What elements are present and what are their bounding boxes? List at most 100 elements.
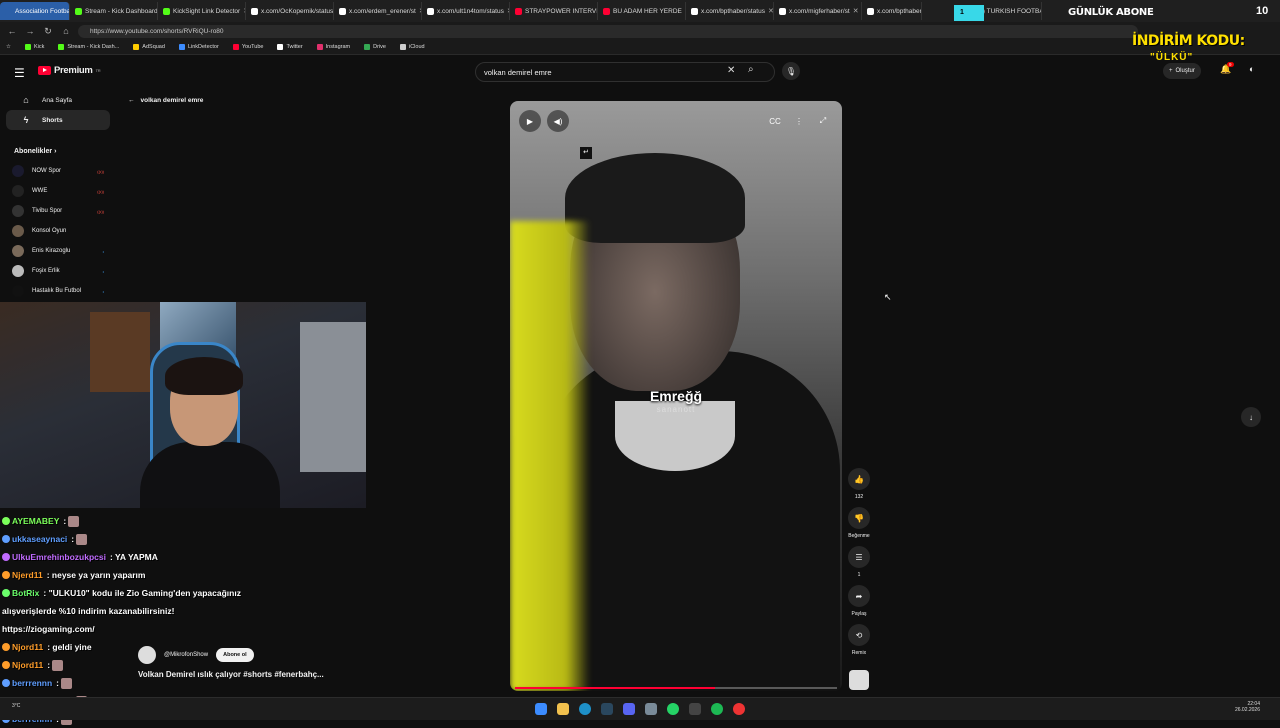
forward-icon[interactable]: → xyxy=(24,26,36,36)
search-icon[interactable]: ⌕ xyxy=(748,64,754,75)
account-icon[interactable]: ◐ xyxy=(1249,64,1254,74)
url-field[interactable]: https://www.youtube.com/shorts/RVRiQU-ro… xyxy=(78,24,1138,38)
bookmark-item[interactable]: AdSquad xyxy=(133,44,165,50)
windows-start-icon[interactable] xyxy=(535,703,547,715)
fullscreen-icon[interactable]: ⤢ xyxy=(812,110,834,132)
discord-icon[interactable] xyxy=(623,703,635,715)
bookmark-item[interactable]: Twitter xyxy=(277,44,303,50)
share-icon[interactable]: ➦ xyxy=(848,585,870,607)
whatsapp-icon[interactable] xyxy=(667,703,679,715)
subscription-item[interactable]: Konsol Oyun xyxy=(0,221,118,241)
browser-tab[interactable]: Association Football✕ xyxy=(0,2,70,20)
tab-favicon-icon xyxy=(515,7,522,15)
bookmark-item[interactable]: LinkDetector xyxy=(178,44,219,50)
streamer-body xyxy=(140,442,280,508)
subscription-item[interactable]: WWE ((•)) xyxy=(0,181,118,201)
subscriptions-heading[interactable]: Abonelikler › xyxy=(0,130,118,161)
file-explorer-icon[interactable] xyxy=(557,703,569,715)
chat-message: Njerd11: neyse ya yarın yaparım xyxy=(2,566,302,584)
browser-tab[interactable]: x.com/migferhaber/st ✕ xyxy=(774,2,862,20)
video-progress-bar[interactable] xyxy=(515,687,837,689)
bookmark-label: YouTube xyxy=(241,44,264,50)
app-icon[interactable] xyxy=(645,703,657,715)
back-to-search[interactable]: ← volkan demirel emre xyxy=(128,97,203,104)
chat-message: berrrennn: xyxy=(2,674,302,692)
sidebar-item-home[interactable]: ⌂ Ana Sayfa xyxy=(6,90,110,110)
bookmark-item[interactable]: Kick xyxy=(24,44,45,50)
like-icon[interactable]: 👍 xyxy=(848,468,870,490)
shorts-video-player[interactable]: ↵ Emreğğ sananott ▶ ◀) CC ⋮ ⤢ xyxy=(510,101,842,691)
bookmark-item[interactable]: iCloud xyxy=(399,44,425,50)
tab-favicon-icon xyxy=(691,7,698,15)
browser-tab[interactable]: x.com/ult1n4tom/status✕ xyxy=(422,2,510,20)
chat-username: Njerd11 xyxy=(12,570,43,580)
subscription-item[interactable]: Tivibu Spor ((•)) xyxy=(0,201,118,221)
subscription-item[interactable]: NOW Spor ((•)) xyxy=(0,161,118,181)
play-icon[interactable]: ▶ xyxy=(519,110,541,132)
notification-badge: 9 xyxy=(1227,62,1234,67)
browser-tab[interactable]: x.com/bpthaber/status ✕ xyxy=(686,2,774,20)
chat-username: AYEMABEY xyxy=(12,516,60,526)
browser-tab[interactable]: KickSight Link Detector✕ xyxy=(158,2,246,20)
action-comment[interactable]: ☰ 1 xyxy=(847,546,871,578)
more-options-icon[interactable]: ⋮ xyxy=(788,110,810,132)
obs-icon[interactable] xyxy=(733,703,745,715)
youtube-play-icon xyxy=(38,66,51,75)
bookmark-item[interactable]: Drive xyxy=(364,44,386,50)
browser-tab[interactable]: STRAYPOWER INTERVI✕ xyxy=(510,2,598,20)
subscription-item[interactable]: Hastalık Bu Futbol • xyxy=(0,281,118,301)
steam-icon[interactable] xyxy=(601,703,613,715)
bookmark-item[interactable]: Stream - Kick Dash... xyxy=(58,44,119,50)
subscription-item[interactable]: Enis Kirazoglu • xyxy=(0,241,118,261)
stream-chat-overlay: AYEMABEY: ukkaseaynaci: UlkuEmrehinbozukpc… xyxy=(2,512,302,728)
menu-icon[interactable]: ☰ xyxy=(14,66,25,80)
chat-text: https://ziogaming.com/ xyxy=(2,624,95,634)
reload-icon[interactable]: ↻ xyxy=(42,26,54,37)
bookmark-item[interactable]: YouTube xyxy=(232,44,264,50)
browser-tab[interactable]: x.com/erdem_erener/st✕ xyxy=(334,2,422,20)
close-tab-icon[interactable]: ✕ xyxy=(853,7,859,15)
live-indicator-icon: ((•)) xyxy=(97,188,104,194)
action-remix[interactable]: ⟲ Remix xyxy=(847,624,871,656)
app-icon[interactable] xyxy=(689,703,701,715)
browser-tab[interactable]: x.com/OcKopernik/status✕ xyxy=(246,2,334,20)
live-indicator-icon: • xyxy=(102,288,104,294)
action-share[interactable]: ➦ Paylaş xyxy=(847,585,871,617)
next-short-icon[interactable]: ↓ xyxy=(1241,407,1261,427)
tab-favicon-icon xyxy=(427,7,434,15)
volume-icon[interactable]: ◀) xyxy=(547,110,569,132)
browser-tab[interactable]: x.com/bpthaber✕ xyxy=(862,2,922,20)
browser-tab[interactable]: BU ADAM HER YERDE✕ xyxy=(598,2,686,20)
bookmark-item[interactable]: Instagram xyxy=(316,44,350,50)
tab-favicon-icon xyxy=(603,7,610,15)
microphone-icon[interactable]: 🎙 xyxy=(782,62,800,80)
captions-icon[interactable]: CC xyxy=(764,110,786,132)
sound-avatar[interactable] xyxy=(849,670,869,690)
action-like[interactable]: 👍 132 xyxy=(847,468,871,500)
video-caption: Emreğğ xyxy=(649,388,703,404)
sidebar-item-shorts[interactable]: ϟ Shorts xyxy=(6,110,110,130)
system-clock[interactable]: 22:04 26.02.2026 xyxy=(1228,701,1260,713)
dislike-icon[interactable]: 👎 xyxy=(848,507,870,529)
create-button[interactable]: + Oluştur xyxy=(1163,63,1201,79)
back-icon[interactable]: ← xyxy=(6,26,18,36)
tab-favicon-icon xyxy=(867,7,874,15)
remix-icon[interactable]: ⟲ xyxy=(848,624,870,646)
chat-username: Njord11 xyxy=(12,642,44,652)
bookmark-label: Kick xyxy=(33,44,45,50)
edge-icon[interactable] xyxy=(579,703,591,715)
tab-label: (2) TURKISH FOOTBALL xyxy=(977,7,1041,15)
tab-favicon-icon xyxy=(339,7,346,15)
bookmarks-star-icon[interactable]: ☆ xyxy=(6,44,11,50)
home-icon[interactable]: ⌂ xyxy=(60,26,72,36)
youtube-logo[interactable]: Premium TR xyxy=(38,65,101,76)
tab-favicon-icon xyxy=(163,7,170,15)
weather-widget[interactable]: 3°C xyxy=(12,703,20,709)
spotify-icon[interactable] xyxy=(711,703,723,715)
action-dislike[interactable]: 👎 Beğenme xyxy=(847,507,871,539)
browser-tab[interactable]: Stream - Kick Dashboard✕ xyxy=(70,2,158,20)
comment-icon[interactable]: ☰ xyxy=(848,546,870,568)
subscription-item[interactable]: Foşix Erlik • xyxy=(0,261,118,281)
clear-search-icon[interactable]: ✕ xyxy=(727,65,735,76)
close-tab-icon[interactable]: ✕ xyxy=(768,7,773,15)
